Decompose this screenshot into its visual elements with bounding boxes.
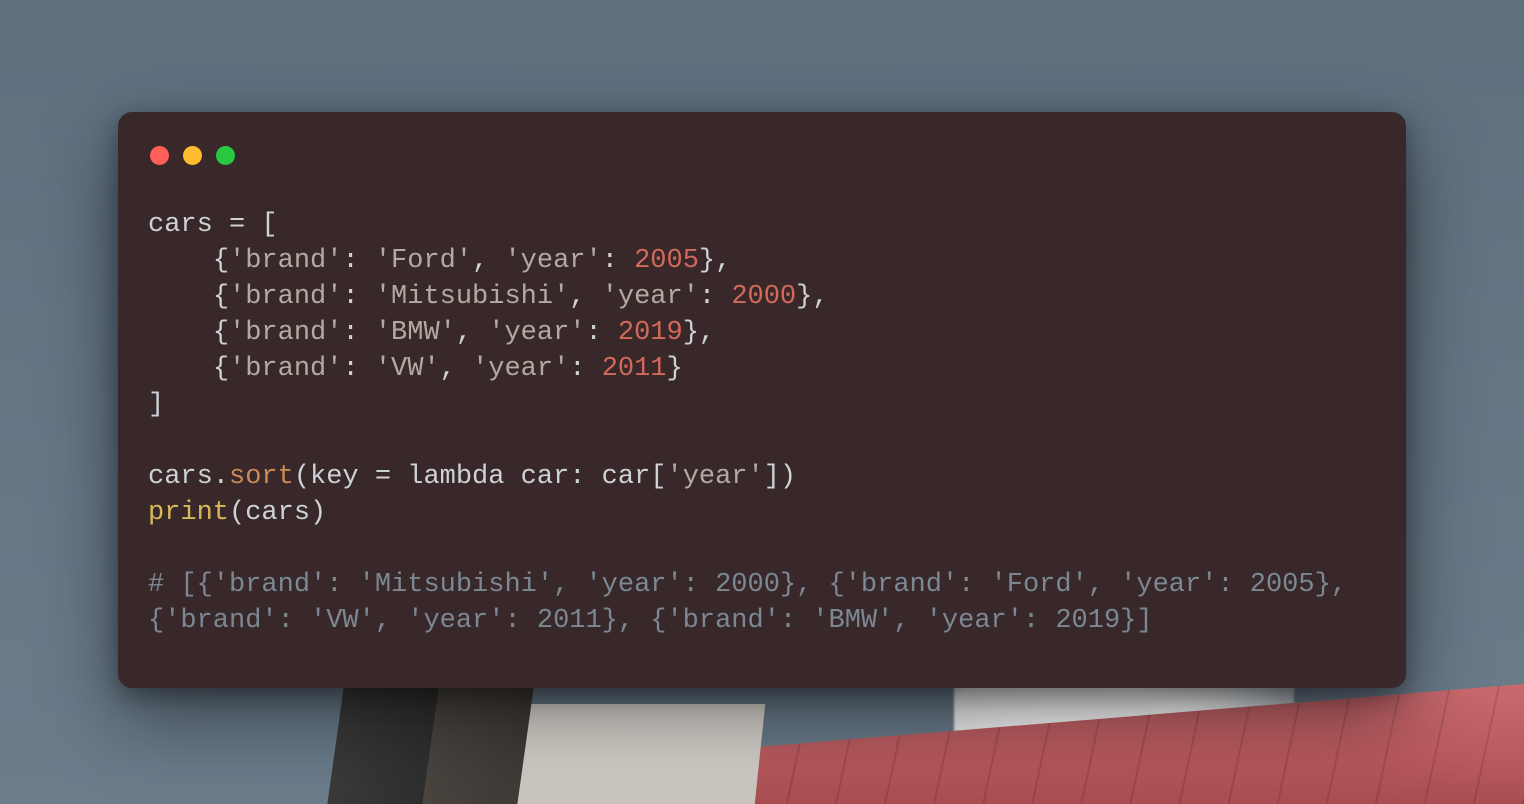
code-token-string: 'brand' [229,354,342,384]
close-icon[interactable] [150,146,169,165]
code-token-punct: , [472,246,504,276]
code-indent [148,246,213,276]
code-token-punct: (key = [294,462,407,492]
code-token-string: 'Mitsubishi' [375,282,569,312]
code-token-string: 'year' [667,462,764,492]
code-token-string: 'year' [504,246,601,276]
code-token-punct: = [ [213,210,278,240]
code-token-comment: # [{'brand': 'Mitsubishi', 'year': 2000}… [148,570,1363,636]
code-token-punct: : [342,318,374,348]
code-token-punct: ]) [764,462,796,492]
code-token-string: 'year' [602,282,699,312]
code-token-brace: }, [796,282,828,312]
code-token-punct: , [440,354,472,384]
decorative-building-red [720,684,1524,804]
code-token-string: 'VW' [375,354,440,384]
code-token-string: 'year' [488,318,585,348]
desktop-background: cars = [ {'brand': 'Ford', 'year': 2005}… [0,0,1524,804]
code-token-string: 'brand' [229,246,342,276]
code-token-punct: (cars) [229,498,326,528]
code-token-brace: }, [699,246,731,276]
code-token-number: 2011 [602,354,667,384]
code-token-punct: , [569,282,601,312]
code-indent [148,282,213,312]
code-token-number: 2019 [618,318,683,348]
code-token-punct: : [585,318,617,348]
code-token-brace: { [213,246,229,276]
code-token-number: 2005 [634,246,699,276]
code-token-number: 2000 [731,282,796,312]
code-token-punct: , [456,318,488,348]
code-token-brace: }, [683,318,715,348]
window-controls [150,146,1376,165]
code-indent [148,318,213,348]
code-token-string: 'brand' [229,318,342,348]
code-token-punct: : [602,246,634,276]
zoom-icon[interactable] [216,146,235,165]
code-token-brace: { [213,282,229,312]
code-block: cars = [ {'brand': 'Ford', 'year': 2005}… [148,207,1376,639]
minimize-icon[interactable] [183,146,202,165]
decorative-building-white [495,704,766,804]
code-token-string: 'BMW' [375,318,456,348]
code-token-punct: : [699,282,731,312]
code-token-variable: cars [148,210,213,240]
code-window: cars = [ {'brand': 'Ford', 'year': 2005}… [118,112,1406,688]
code-token-builtin: print [148,498,229,528]
code-token-punct: : [342,282,374,312]
code-token-keyword: lambda [407,462,504,492]
code-token-brace: { [213,318,229,348]
code-token-string: 'Ford' [375,246,472,276]
code-token-brace: { [213,354,229,384]
code-token-punct: : [342,246,374,276]
code-token-brace: } [667,354,683,384]
code-token-string: 'brand' [229,282,342,312]
code-token-punct: : [569,354,601,384]
code-token-object: cars. [148,462,229,492]
code-token-default: car: car[ [504,462,666,492]
code-indent [148,354,213,384]
code-token-punct: ] [148,390,164,420]
code-token-string: 'year' [472,354,569,384]
code-token-punct: : [342,354,374,384]
code-token-method: sort [229,462,294,492]
